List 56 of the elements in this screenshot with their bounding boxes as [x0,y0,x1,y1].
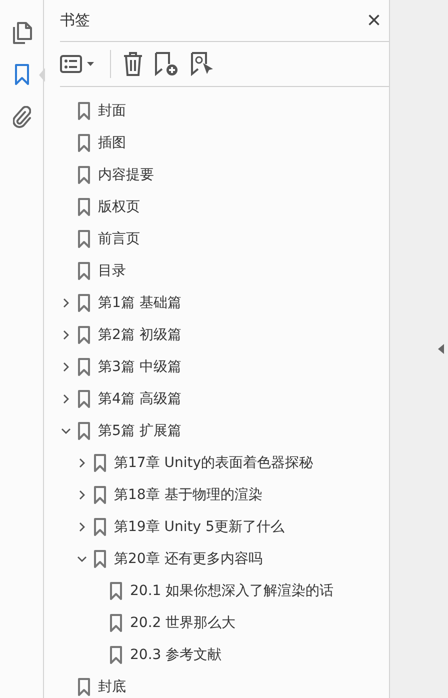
bookmark-item[interactable]: 第20章 还有更多内容吗 [114,550,262,568]
bookmark-item[interactable]: 第17章 Unity的表面着色器探秘 [114,454,314,472]
expand-panel-icon[interactable] [438,344,444,354]
add-bookmark-icon[interactable] [155,52,179,76]
panel-title: 书签 [60,11,90,30]
bookmark-icon [94,486,106,504]
bookmark-icon [78,358,90,376]
bookmark-icon [94,454,106,472]
bookmark-icon [78,262,90,280]
bookmark-icon [78,134,90,152]
bookmark-item[interactable]: 20.1 如果你想深入了解渲染的话 [130,582,334,600]
bookmark-item[interactable]: 第1篇 基础篇 [98,294,182,312]
bookmark-icon [78,102,90,120]
bookmark-item[interactable]: 插图 [98,134,126,152]
chevron-right-icon[interactable] [77,458,87,468]
chevron-right-icon[interactable] [61,362,71,372]
bookmark-item[interactable]: 第5篇 扩展篇 [98,422,182,440]
chevron-right-icon[interactable] [77,490,87,500]
bookmark-icon [110,582,122,600]
chevron-right-icon[interactable] [61,298,71,308]
bookmark-item[interactable]: 第3篇 中级篇 [98,358,182,376]
bookmark-item[interactable]: 内容提要 [98,166,154,184]
bookmark-icon [78,294,90,312]
chevron-down-icon[interactable] [61,426,71,436]
chevron-right-icon[interactable] [61,394,71,404]
bookmark-item[interactable]: 前言页 [98,230,140,248]
bookmark-item[interactable]: 封底 [98,678,126,696]
close-button[interactable]: × [364,8,383,32]
bookmark-icon [78,390,90,408]
bookmark-cursor-icon[interactable] [191,52,215,76]
bookmark-item[interactable]: 第2篇 初级篇 [98,326,182,344]
bookmark-item[interactable]: 封面 [98,102,126,120]
bookmark-icon [78,166,90,184]
chevron-down-icon[interactable] [77,554,87,564]
bookmark-icon [78,230,90,248]
trash-icon[interactable] [123,52,143,76]
bookmark-icon [94,550,106,568]
bookmark-icon [94,518,106,536]
bookmark-item[interactable]: 20.2 世界那么大 [130,614,236,632]
bookmark-icon[interactable] [14,64,28,86]
bookmark-item[interactable]: 第18章 基于物理的渲染 [114,486,262,504]
bookmark-icon [78,198,90,216]
bookmark-item[interactable]: 第19章 Unity 5更新了什么 [114,518,284,536]
bookmark-icon [110,614,122,632]
bookmark-icon [78,326,90,344]
paperclip-icon[interactable] [12,106,30,128]
bookmark-icon [78,422,90,440]
bookmark-item[interactable]: 版权页 [98,198,140,216]
bookmark-icon [78,678,90,696]
bookmark-item[interactable]: 第4篇 高级篇 [98,390,182,408]
bookmark-item[interactable]: 20.3 参考文献 [130,646,222,664]
bookmark-item[interactable]: 目录 [98,262,126,280]
bookmark-icon [110,646,122,664]
chevron-right-icon[interactable] [77,522,87,532]
chevron-right-icon[interactable] [61,330,71,340]
pages-icon[interactable] [12,22,32,44]
